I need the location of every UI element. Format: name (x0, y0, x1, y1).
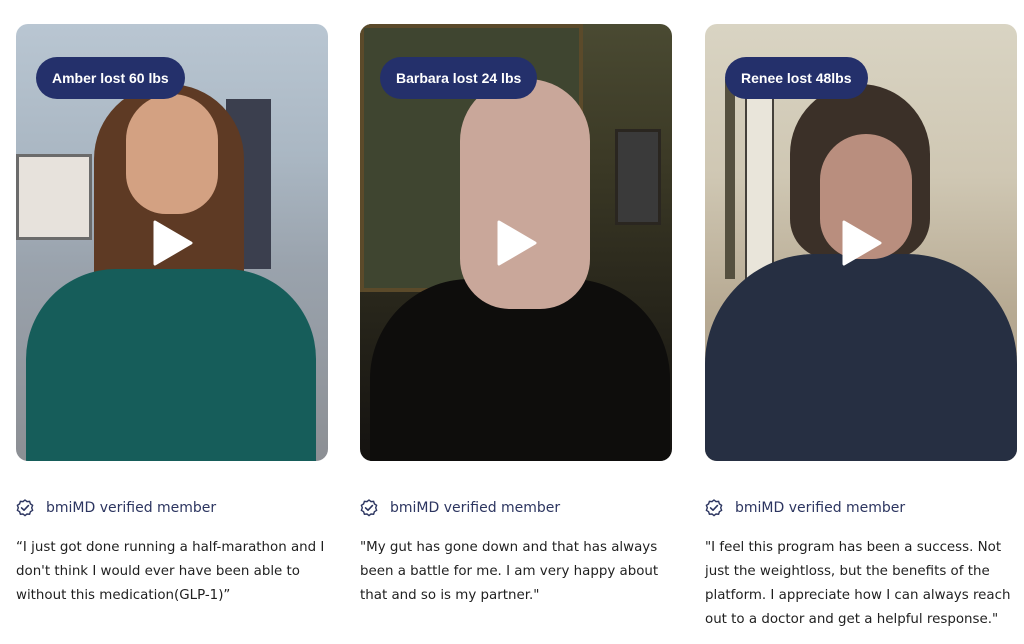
testimonial-quote: “I just got done running a half-marathon… (16, 540, 325, 603)
testimonial-card-renee: Renee lost 48lbs bmiMD verified member "… (705, 24, 1017, 627)
person-face (460, 79, 590, 309)
testimonial-card-barbara: Barbara lost 24 lbs bmiMD verified membe… (360, 24, 672, 603)
weight-loss-badge: Renee lost 48lbs (725, 57, 868, 99)
background-door-frame (725, 79, 735, 279)
testimonial-card-amber: Amber lost 60 lbs bmiMD verified member … (16, 24, 328, 603)
person-face (126, 94, 218, 214)
verified-member-row: bmiMD verified member (705, 499, 905, 517)
background-photo-collage (16, 154, 92, 240)
verified-member-label: bmiMD verified member (390, 500, 561, 516)
testimonial-video-amber[interactable]: Amber lost 60 lbs (16, 24, 328, 461)
verified-member-row: bmiMD verified member (360, 499, 560, 517)
play-icon[interactable] (493, 220, 539, 266)
testimonial-quote: "I feel this program has been a success.… (705, 540, 1011, 627)
weight-loss-badge: Barbara lost 24 lbs (380, 57, 538, 99)
weight-loss-badge: Amber lost 60 lbs (36, 57, 185, 99)
person-body (705, 254, 1017, 461)
testimonial-video-renee[interactable]: Renee lost 48lbs (705, 24, 1017, 461)
background-frame (615, 129, 661, 225)
verified-check-icon (360, 499, 378, 517)
play-icon[interactable] (838, 220, 884, 266)
verified-member-row: bmiMD verified member (16, 499, 216, 517)
testimonial-video-barbara[interactable]: Barbara lost 24 lbs (360, 24, 672, 461)
play-icon[interactable] (149, 220, 195, 266)
verified-member-label: bmiMD verified member (46, 500, 217, 516)
person-body (26, 269, 316, 461)
verified-check-icon (705, 499, 723, 517)
testimonial-quote: "My gut has gone down and that has alway… (360, 540, 659, 603)
verified-member-label: bmiMD verified member (735, 500, 906, 516)
verified-check-icon (16, 499, 34, 517)
